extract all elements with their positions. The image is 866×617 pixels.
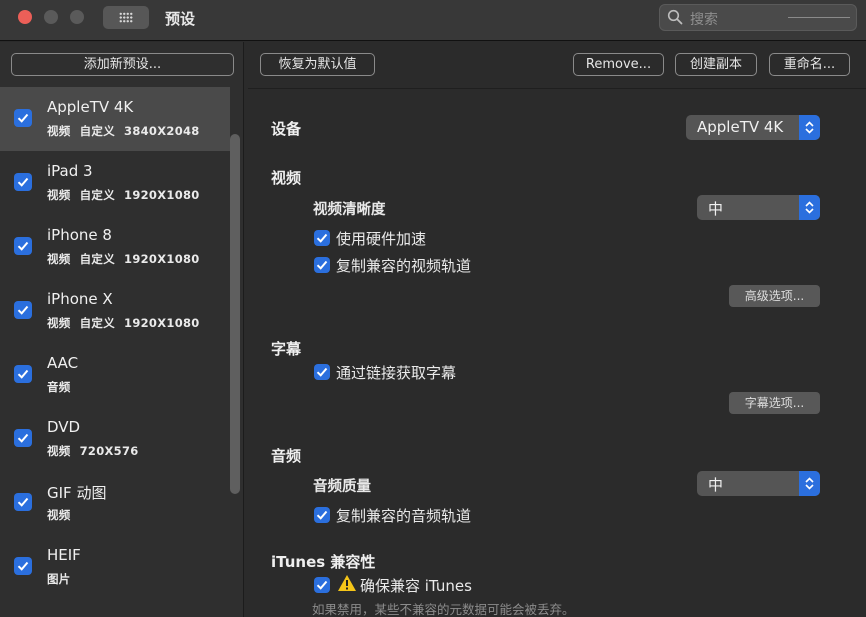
close-window-button[interactable] bbox=[18, 10, 32, 24]
preset-checkbox[interactable] bbox=[14, 173, 32, 191]
preset-item[interactable]: iPad 3 视频 自定义 1920X1080 bbox=[0, 151, 230, 215]
preset-meta: 视频 自定义 1920X1080 bbox=[47, 315, 209, 331]
preset-meta-tag: 1920X1080 bbox=[124, 252, 200, 266]
preset-item[interactable]: AAC 音频 bbox=[0, 343, 230, 407]
subtitle-options-button[interactable]: 字幕选项... bbox=[729, 392, 820, 414]
updown-chevron-icon bbox=[799, 471, 820, 496]
preset-meta-tag: 自定义 bbox=[79, 316, 116, 330]
preset-item[interactable]: iPhone 8 视频 自定义 1920X1080 bbox=[0, 215, 230, 279]
preset-meta: 视频 bbox=[47, 507, 80, 523]
video-quality-label: 视频清晰度 bbox=[313, 202, 386, 218]
preset-meta: 图片 bbox=[47, 571, 80, 587]
preset-meta-tag: 视频 bbox=[47, 124, 71, 138]
hw-accel-label: 使用硬件加速 bbox=[336, 230, 427, 248]
device-label: 设备 bbox=[271, 120, 302, 138]
preset-meta: 视频 720X576 bbox=[47, 443, 148, 459]
updown-chevron-icon bbox=[799, 115, 820, 140]
preset-name: AppleTV 4K bbox=[47, 98, 134, 116]
preset-meta: 音频 bbox=[47, 379, 80, 395]
audio-section-title: 音频 bbox=[271, 447, 302, 465]
restore-default-button[interactable]: 恢复为默认值 bbox=[260, 53, 375, 76]
audio-quality-select[interactable]: 中 bbox=[697, 471, 820, 496]
search-placeholder: 搜索 bbox=[690, 12, 718, 28]
preset-item[interactable]: iPhone X 视频 自定义 1920X1080 bbox=[0, 279, 230, 343]
title-bar: 预设 搜索 bbox=[0, 0, 866, 41]
itunes-section-title: iTunes 兼容性 bbox=[271, 553, 376, 571]
preset-meta-tag: 视频 bbox=[47, 188, 71, 202]
remove-button[interactable]: Remove... bbox=[573, 53, 664, 76]
preset-name: DVD bbox=[47, 418, 81, 436]
sidebar-scrollbar[interactable] bbox=[230, 134, 240, 494]
preset-name: iPhone 8 bbox=[47, 226, 112, 244]
window-title: 预设 bbox=[165, 10, 196, 28]
preset-meta: 视频 自定义 1920X1080 bbox=[47, 187, 209, 203]
preset-meta-tag: 自定义 bbox=[79, 188, 116, 202]
audio-quality-value: 中 bbox=[708, 476, 724, 494]
preset-meta: 视频 自定义 3840X2048 bbox=[47, 123, 209, 139]
advanced-options-button[interactable]: 高级选项... bbox=[729, 285, 820, 307]
add-preset-button[interactable]: 添加新预设... bbox=[11, 53, 234, 76]
preset-meta-tag: 自定义 bbox=[79, 124, 116, 138]
search-icon bbox=[667, 9, 683, 25]
preset-meta-tag: 720X576 bbox=[79, 444, 139, 458]
warning-icon bbox=[338, 575, 356, 591]
preset-name: AAC bbox=[47, 354, 79, 372]
duplicate-button[interactable]: 创建副本 bbox=[675, 53, 757, 76]
device-select[interactable]: AppleTV 4K bbox=[686, 115, 820, 140]
search-divider bbox=[788, 17, 850, 18]
zoom-window-button[interactable] bbox=[70, 10, 84, 24]
preset-meta: 视频 自定义 1920X1080 bbox=[47, 251, 209, 267]
checkmark-icon bbox=[314, 507, 330, 523]
preset-checkbox[interactable] bbox=[14, 557, 32, 575]
rename-button[interactable]: 重命名... bbox=[769, 53, 850, 76]
itunes-note: 如果禁用，某些不兼容的元数据可能会被丢弃。 bbox=[312, 602, 575, 617]
preset-checkbox[interactable] bbox=[14, 301, 32, 319]
preset-checkbox[interactable] bbox=[14, 365, 32, 383]
checkmark-icon bbox=[314, 257, 330, 273]
preset-name: iPhone X bbox=[47, 290, 113, 308]
search-input[interactable]: 搜索 bbox=[659, 4, 857, 31]
preset-checkbox[interactable] bbox=[14, 237, 32, 255]
preset-item[interactable]: GIF 动图视频 bbox=[0, 471, 230, 535]
preset-item[interactable]: AppleTV 4K 视频 自定义 3840X2048 bbox=[0, 87, 230, 151]
checkmark-icon bbox=[314, 577, 330, 593]
video-quality-select[interactable]: 中 bbox=[697, 195, 820, 220]
checkmark-icon bbox=[314, 364, 330, 380]
fetch-subtitles-label: 通过链接获取字幕 bbox=[336, 364, 457, 382]
toolbar-divider bbox=[248, 88, 866, 89]
ensure-itunes-label: 确保兼容 iTunes bbox=[360, 577, 472, 595]
preset-meta-tag: 视频 bbox=[47, 508, 71, 522]
copy-audio-label: 复制兼容的音频轨道 bbox=[336, 507, 472, 525]
grid-view-button[interactable] bbox=[103, 6, 149, 29]
preset-meta-tag: 视频 bbox=[47, 252, 71, 266]
preset-meta-tag: 自定义 bbox=[79, 252, 116, 266]
preset-meta-tag: 视频 bbox=[47, 316, 71, 330]
copy-video-label: 复制兼容的视频轨道 bbox=[336, 257, 472, 275]
preset-checkbox[interactable] bbox=[14, 493, 32, 511]
preset-item[interactable]: HEIF 图片 bbox=[0, 535, 230, 599]
preset-sidebar: 添加新预设... AppleTV 4K 视频 自定义 3840X2048 iPad 3视… bbox=[0, 42, 244, 617]
preset-list: AppleTV 4K 视频 自定义 3840X2048 iPad 3 视频 自定义 1920X… bbox=[0, 87, 230, 599]
audio-quality-label: 音频质量 bbox=[313, 479, 371, 495]
video-quality-value: 中 bbox=[708, 200, 724, 218]
preset-meta-tag: 1920X1080 bbox=[124, 188, 200, 202]
updown-chevron-icon bbox=[799, 195, 820, 220]
preset-name: HEIF bbox=[47, 546, 81, 564]
checkmark-icon bbox=[314, 230, 330, 246]
preset-meta-tag: 3840X2048 bbox=[124, 124, 200, 138]
preset-meta-tag: 音频 bbox=[47, 380, 71, 394]
preset-meta-tag: 图片 bbox=[47, 572, 71, 586]
video-section-title: 视频 bbox=[271, 169, 302, 187]
preset-meta-tag: 视频 bbox=[47, 444, 71, 458]
minimize-window-button[interactable] bbox=[44, 10, 58, 24]
grid-icon bbox=[119, 12, 133, 23]
preset-name: GIF 动图 bbox=[47, 484, 107, 502]
preset-checkbox[interactable] bbox=[14, 109, 32, 127]
device-select-value: AppleTV 4K bbox=[697, 118, 784, 136]
preset-name: iPad 3 bbox=[47, 162, 93, 180]
preset-item[interactable]: DVD 视频 720X576 bbox=[0, 407, 230, 471]
subtitles-section-title: 字幕 bbox=[271, 340, 302, 358]
preset-checkbox[interactable] bbox=[14, 429, 32, 447]
preset-meta-tag: 1920X1080 bbox=[124, 316, 200, 330]
